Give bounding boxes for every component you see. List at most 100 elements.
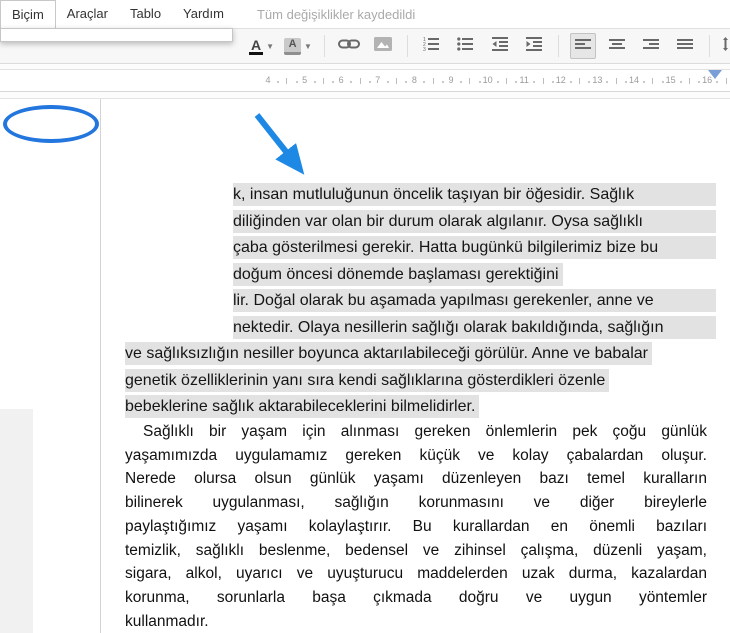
ruler-tick [606, 81, 608, 83]
selected-text-line[interactable]: bebeklerine sağlık aktarabileceklerini b… [125, 395, 479, 418]
dropdown-caret-icon: ▼ [304, 42, 312, 51]
toolbar-separator [709, 35, 710, 57]
ruler-number: 12 [556, 75, 566, 85]
toolbar-separator [558, 35, 559, 57]
decrease-indent-icon [492, 37, 508, 56]
selected-text-line[interactable]: genetik özelliklerinin yanı sıra kendi s… [125, 369, 609, 392]
ruler-tick [662, 81, 664, 83]
ruler-number: 5 [302, 75, 307, 85]
align-justify-button[interactable] [672, 33, 698, 59]
image-icon [374, 37, 392, 56]
ruler-tick [360, 78, 361, 84]
ruler-tick [277, 81, 279, 83]
save-status: Tüm değişiklikler kaydedildi [257, 7, 415, 22]
canvas-left-gutter [0, 409, 33, 633]
ruler: 45678910111213141516 [0, 64, 730, 99]
numbered-list-button[interactable]: 123 [419, 33, 445, 59]
ruler-number: 11 [520, 75, 529, 85]
align-right-button[interactable] [638, 33, 664, 59]
ruler-number: 14 [629, 75, 639, 85]
text-color-icon: A [249, 37, 263, 55]
selected-text-line[interactable]: diliğinden var olan bir durum olarak alg… [233, 210, 716, 233]
highlight-color-icon: A [284, 38, 301, 55]
ruler-number: 9 [448, 75, 453, 85]
ruler-strip: 45678910111213141516 [0, 69, 730, 92]
ruler-tick [497, 81, 499, 83]
ruler-number: 4 [265, 75, 270, 85]
format-menu-dropdown [0, 28, 233, 42]
ruler-tick [286, 78, 287, 84]
ruler-tick [588, 81, 590, 83]
ruler-tick [698, 81, 700, 83]
bulleted-list-button[interactable] [453, 33, 479, 59]
ruler-tick [570, 81, 572, 83]
selected-text-line[interactable]: doğum öncesi dönemde başlaması gerektiği… [233, 263, 563, 286]
ruler-number: 8 [412, 75, 417, 85]
insert-link-button[interactable] [336, 33, 362, 59]
ruler-number: 13 [592, 75, 602, 85]
ruler-number: 10 [483, 75, 493, 85]
ruler-tick [643, 81, 645, 83]
text-line[interactable]: kullanmadır. [125, 611, 707, 633]
ruler-tick [616, 78, 617, 84]
ruler-tick [442, 81, 444, 83]
dropdown-caret-icon: ▼ [266, 42, 274, 51]
document-canvas[interactable]: k, insan mutluluğunun öncelik taşıyan bi… [0, 99, 730, 633]
menu-tablo[interactable]: Tablo [119, 0, 172, 28]
selected-text-line[interactable]: lir. Doğal olarak bu aşamada yapılması g… [233, 289, 716, 312]
ruler-number: 15 [666, 75, 676, 85]
ruler-tick [469, 78, 470, 84]
text-color-button[interactable]: A▼ [248, 33, 275, 59]
ruler-tick [296, 81, 298, 83]
menu-yardım[interactable]: Yardım [172, 0, 235, 28]
page-left-border [100, 99, 101, 633]
ruler-tick [396, 78, 397, 84]
ruler-tick [552, 81, 554, 83]
ruler-tick [405, 81, 407, 83]
ruler-number: 6 [339, 75, 344, 85]
ruler-tick [423, 81, 425, 83]
svg-text:3: 3 [423, 47, 426, 52]
google-docs-window: BiçimAraçlarTabloYardım Tüm değişiklikle… [0, 0, 730, 633]
ruler-tick [716, 81, 718, 83]
increase-indent-button[interactable] [521, 33, 547, 59]
ruler-tick [387, 81, 389, 83]
menu-biçim[interactable]: Biçim [0, 0, 56, 28]
ruler-tick [314, 81, 316, 83]
selected-text-line[interactable]: k, insan mutluluğunun öncelik taşıyan bi… [233, 183, 716, 206]
ruler-tick [689, 78, 690, 84]
ruler-tick [323, 78, 324, 84]
ruler-tick [433, 78, 434, 84]
menu-bar: BiçimAraçlarTabloYardım Tüm değişiklikle… [0, 0, 730, 28]
align-center-button[interactable] [604, 33, 630, 59]
ruler-tick [506, 78, 507, 84]
toolbar-separator [407, 35, 408, 57]
ruler-tick [515, 81, 517, 83]
ruler-tick [350, 81, 352, 83]
align-left-icon [575, 37, 591, 56]
ruler-tick [460, 81, 462, 83]
toolbar-separator [324, 35, 325, 57]
ruler-number: 7 [375, 75, 380, 85]
ruler-tick [543, 78, 544, 84]
increase-indent-icon [526, 37, 542, 56]
ruler-tick [533, 81, 535, 83]
align-left-button[interactable] [570, 33, 596, 59]
numbered-list-icon: 123 [423, 36, 440, 57]
selected-text-line[interactable]: nektedir. Olaya nesillerin sağlığı olara… [233, 316, 716, 339]
align-right-icon [643, 37, 659, 56]
ruler-tick [625, 81, 627, 83]
highlight-color-button[interactable]: A▼ [283, 33, 313, 59]
selected-text-line[interactable]: çaba gösterilmesi gerekir. Hatta bugünkü… [233, 236, 716, 259]
ruler-tick [479, 81, 481, 83]
insert-image-button[interactable] [370, 33, 396, 59]
decrease-indent-button[interactable] [487, 33, 513, 59]
line-spacing-button[interactable]: ▼ [721, 33, 730, 59]
align-center-icon [609, 37, 625, 56]
ruler-tick [652, 78, 653, 84]
ruler-tick [726, 78, 727, 84]
right-indent-marker-icon[interactable] [708, 70, 722, 79]
menu-araçlar[interactable]: Araçlar [56, 0, 119, 28]
ruler-tick [579, 78, 580, 84]
selected-text-line[interactable]: ve sağlıksızlığın nesiller boyunca aktar… [125, 342, 652, 365]
